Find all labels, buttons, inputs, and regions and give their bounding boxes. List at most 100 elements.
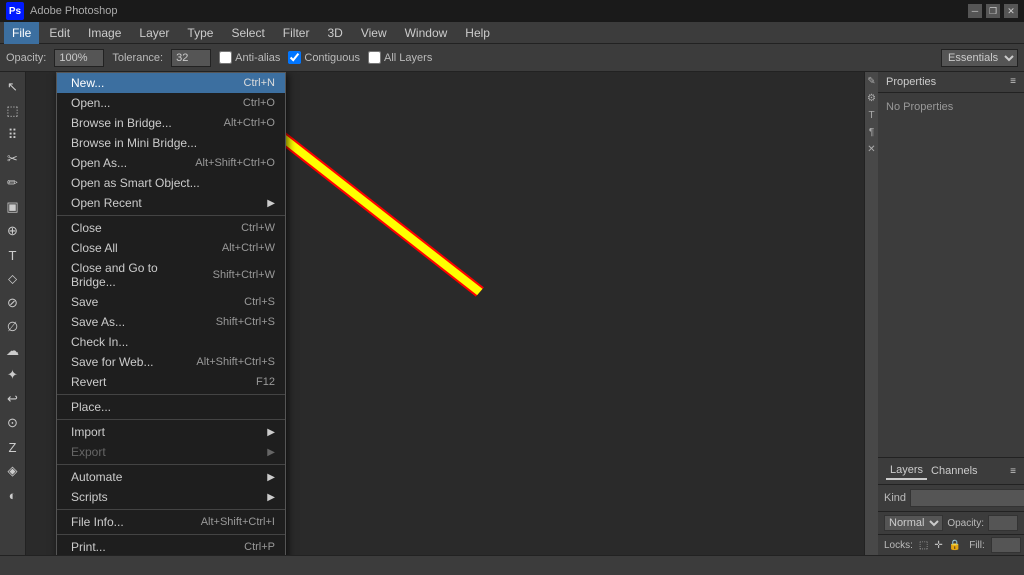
tool-6[interactable]: ⊕ bbox=[2, 220, 24, 242]
strip-icon-5[interactable]: ✕ bbox=[867, 144, 875, 155]
menu-item-filter[interactable]: Filter bbox=[275, 22, 318, 44]
minimize-button[interactable]: ─ bbox=[968, 4, 982, 18]
kind-label: Kind bbox=[884, 492, 906, 504]
menu-item-label-save: Save bbox=[71, 295, 224, 309]
layers-tab[interactable]: Layers bbox=[886, 462, 927, 480]
tool-13[interactable]: ↩ bbox=[2, 388, 24, 410]
menu-item-window[interactable]: Window bbox=[397, 22, 456, 44]
opacity-input[interactable] bbox=[54, 49, 104, 67]
menu-item-label-place: Place... bbox=[71, 400, 275, 414]
lock-all-icon[interactable]: 🔒 bbox=[949, 540, 961, 551]
close-button[interactable]: ✕ bbox=[1004, 4, 1018, 18]
tool-12[interactable]: ✦ bbox=[2, 364, 24, 386]
menu-item-file-save-web[interactable]: Save for Web...Alt+Shift+Ctrl+S bbox=[57, 352, 285, 372]
opacity-value[interactable] bbox=[988, 515, 1018, 531]
menu-item-image[interactable]: Image bbox=[80, 22, 129, 44]
right-main-panel: Properties ≡ No Properties Layers Channe… bbox=[878, 72, 1024, 555]
menu-item-file-scripts[interactable]: Scripts▶ bbox=[57, 487, 285, 507]
menu-item-label-export: Export bbox=[71, 445, 263, 459]
tolerance-input[interactable] bbox=[171, 49, 211, 67]
strip-icon-1[interactable]: ✎ bbox=[867, 76, 875, 87]
lock-pos-icon[interactable]: ✛ bbox=[934, 540, 942, 551]
properties-title: Properties bbox=[886, 76, 936, 88]
menu-separator bbox=[57, 534, 285, 535]
channels-tab[interactable]: Channels bbox=[927, 463, 981, 479]
menu-item-file-open[interactable]: Open...Ctrl+O bbox=[57, 93, 285, 113]
menu-item-3d[interactable]: 3D bbox=[319, 22, 350, 44]
menu-item-file-close[interactable]: Close Ctrl+W bbox=[57, 218, 285, 238]
tool-10[interactable]: ∅ bbox=[2, 316, 24, 338]
menu-shortcut-new: Ctrl+N bbox=[244, 77, 275, 89]
menu-item-file-open-smart[interactable]: Open as Smart Object... bbox=[57, 173, 285, 193]
menu-item-file-close-goto[interactable]: Close and Go to Bridge...Shift+Ctrl+W bbox=[57, 258, 285, 292]
layers-panel-menu[interactable]: ≡ bbox=[1010, 466, 1016, 477]
menu-item-file-open-recent[interactable]: Open Recent▶ bbox=[57, 193, 285, 213]
menu-item-file-browse-bridge[interactable]: Browse in Bridge... Alt+Ctrl+O bbox=[57, 113, 285, 133]
workspace-select[interactable]: Essentials bbox=[941, 49, 1018, 67]
tool-15[interactable]: Z bbox=[2, 436, 24, 458]
menu-item-file-save-as[interactable]: Save As...Shift+Ctrl+S bbox=[57, 312, 285, 332]
menu-item-file-revert[interactable]: RevertF12 bbox=[57, 372, 285, 392]
menu-item-file-save[interactable]: SaveCtrl+S bbox=[57, 292, 285, 312]
locks-label: Locks: bbox=[884, 540, 913, 551]
layers-search[interactable] bbox=[910, 489, 1024, 507]
menu-item-help[interactable]: Help bbox=[457, 22, 498, 44]
tool-11[interactable]: ☁ bbox=[2, 340, 24, 362]
menu-item-select[interactable]: Select bbox=[223, 22, 272, 44]
anti-alias-checkbox[interactable] bbox=[219, 51, 232, 64]
menu-item-file[interactable]: File bbox=[4, 22, 39, 44]
menu-item-label-save-web: Save for Web... bbox=[71, 355, 176, 369]
menu-item-label-close: Close bbox=[71, 221, 221, 235]
tool-14[interactable]: ⊙ bbox=[2, 412, 24, 434]
strip-icon-3[interactable]: T bbox=[868, 110, 874, 121]
menu-item-file-import[interactable]: Import▶ bbox=[57, 422, 285, 442]
menu-item-label-scripts: Scripts bbox=[71, 490, 263, 504]
lock-pixel-icon[interactable]: ⬚ bbox=[919, 540, 928, 551]
menu-item-file-check-in[interactable]: Check In... bbox=[57, 332, 285, 352]
menu-item-label-open-recent: Open Recent bbox=[71, 196, 263, 210]
tool-4[interactable]: ✏ bbox=[2, 172, 24, 194]
menu-item-file-browse-mini[interactable]: Browse in Mini Bridge... bbox=[57, 133, 285, 153]
fill-value[interactable] bbox=[991, 537, 1021, 553]
contiguous-checkbox[interactable] bbox=[288, 51, 301, 64]
menu-item-file-print[interactable]: Print...Ctrl+P bbox=[57, 537, 285, 555]
tool-3[interactable]: ✂ bbox=[2, 148, 24, 170]
restore-button[interactable]: ❐ bbox=[986, 4, 1000, 18]
menu-item-label-new: New... bbox=[71, 76, 224, 90]
tool-7[interactable]: T bbox=[2, 244, 24, 266]
menu-item-file-file-info[interactable]: File Info...Alt+Shift+Ctrl+I bbox=[57, 512, 285, 532]
menu-item-file-place[interactable]: Place... bbox=[57, 397, 285, 417]
tool-2[interactable]: ⠿ bbox=[2, 124, 24, 146]
menu-item-type[interactable]: Type bbox=[179, 22, 221, 44]
menu-item-view[interactable]: View bbox=[353, 22, 395, 44]
menu-item-layer[interactable]: Layer bbox=[131, 22, 177, 44]
tool-1[interactable]: ⬚ bbox=[2, 100, 24, 122]
tool-8[interactable]: ⬦ bbox=[2, 268, 24, 290]
properties-header: Properties ≡ bbox=[878, 72, 1024, 93]
menu-item-label-revert: Revert bbox=[71, 375, 236, 389]
tool-0[interactable]: ↖ bbox=[2, 76, 24, 98]
blend-mode-select[interactable]: Normal bbox=[884, 515, 943, 531]
menu-item-file-close-all[interactable]: Close AllAlt+Ctrl+W bbox=[57, 238, 285, 258]
all-layers-checkbox[interactable] bbox=[368, 51, 381, 64]
menu-separator bbox=[57, 419, 285, 420]
tool-17[interactable]: ◐ bbox=[2, 484, 24, 506]
menu-separator bbox=[57, 509, 285, 510]
menu-item-label-browse-bridge: Browse in Bridge... bbox=[71, 116, 204, 130]
menu-shortcut-close: Ctrl+W bbox=[241, 222, 275, 234]
menu-item-edit[interactable]: Edit bbox=[41, 22, 78, 44]
menu-item-file-open-as[interactable]: Open As...Alt+Shift+Ctrl+O bbox=[57, 153, 285, 173]
tool-5[interactable]: ▣ bbox=[2, 196, 24, 218]
menu-item-file-automate[interactable]: Automate▶ bbox=[57, 467, 285, 487]
tool-16[interactable]: ◈ bbox=[2, 460, 24, 482]
tool-9[interactable]: ⊘ bbox=[2, 292, 24, 314]
properties-collapse[interactable]: ≡ bbox=[1010, 76, 1016, 88]
menu-arrow-export: ▶ bbox=[267, 447, 275, 458]
menu-shortcut-browse-bridge: Alt+Ctrl+O bbox=[224, 117, 275, 129]
strip-icon-4[interactable]: ¶ bbox=[869, 127, 874, 138]
strip-icon-2[interactable]: ⚙ bbox=[867, 93, 876, 104]
menu-item-file-new[interactable]: New... Ctrl+N bbox=[57, 73, 285, 93]
layers-mode-row: Normal Opacity: bbox=[878, 512, 1024, 535]
layers-options: Kind bbox=[878, 485, 1024, 512]
left-toolbar: ↖⬚⠿✂✏▣⊕T⬦⊘∅☁✦↩⊙Z◈◐ bbox=[0, 72, 26, 555]
